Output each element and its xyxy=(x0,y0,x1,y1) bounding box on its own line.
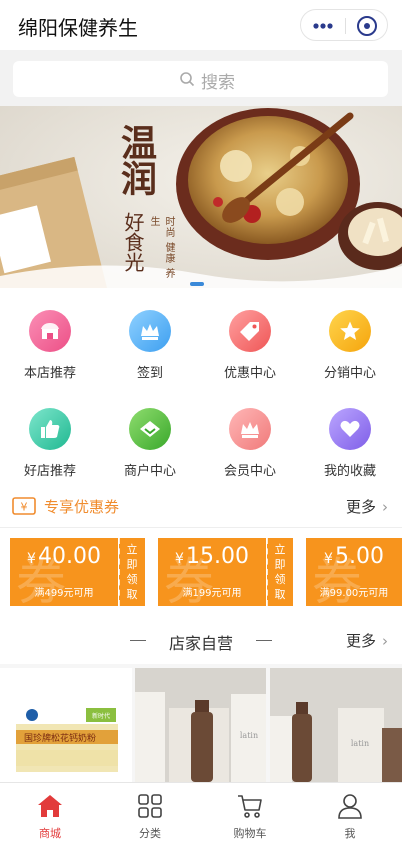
banner-artwork xyxy=(0,106,402,288)
promo-banner[interactable]: 温润 好食光 时尚 健康 养生 xyxy=(0,106,402,288)
banner-title: 温润 xyxy=(115,124,157,196)
svg-text:¥: ¥ xyxy=(21,501,28,514)
coupon-amount: ¥15.00 xyxy=(158,544,266,569)
chevron-right-icon: › xyxy=(382,498,388,516)
amount-value: 5.00 xyxy=(334,544,384,569)
menu-item-merchant-center[interactable]: 商户中心 xyxy=(100,386,200,479)
product-box-text: 国珍牌松花钙奶粉 xyxy=(24,732,96,744)
tab-cart[interactable]: 购物车 xyxy=(200,783,300,848)
store-section-header: 店家自营 更多 › xyxy=(0,620,402,664)
tab-label: 我 xyxy=(344,827,356,840)
bottom-tab-bar: 商城 分类 购物车 我 xyxy=(0,782,402,848)
currency-symbol: ¥ xyxy=(27,551,36,567)
coupon-condition: 满499元可用 xyxy=(34,588,94,599)
page-title: 绵阳保健养生 xyxy=(18,16,138,40)
currency-symbol: ¥ xyxy=(324,551,333,567)
feature-menu: 本店推荐 签到 优惠中心 分销中心 好店推荐 商户中心 会员中心 我的收藏 xyxy=(0,288,402,484)
tab-mall[interactable]: 商城 xyxy=(0,783,100,848)
miniapp-capsule xyxy=(300,9,388,41)
menu-item-label: 本店推荐 xyxy=(23,366,76,381)
more-label: 更多 xyxy=(345,498,376,516)
coupon-condition: 满199元可用 xyxy=(182,588,242,599)
tab-category[interactable]: 分类 xyxy=(100,783,200,848)
menu-item-member-center[interactable]: 会员中心 xyxy=(200,386,300,479)
search-input[interactable]: 搜索 xyxy=(13,61,388,97)
crown-icon xyxy=(229,408,271,450)
coupon-section-header: ¥ 专享优惠券 更多 › xyxy=(0,484,402,528)
menu-item-checkin[interactable]: 签到 xyxy=(100,288,200,381)
search-bar-area: 搜索 xyxy=(0,50,402,106)
more-dots-icon[interactable] xyxy=(312,18,334,34)
product-image: 国珍牌松花钙奶粉 新时代 xyxy=(0,668,132,782)
star-icon xyxy=(329,310,371,352)
coupon-icon: ¥ xyxy=(12,497,36,515)
amount-value: 15.00 xyxy=(185,544,249,569)
coupon-list: 券 ¥40.00 满499元可用 立即领取 券 ¥15.00 满199元可用 立… xyxy=(0,528,402,620)
menu-item-distribution-center[interactable]: 分销中心 xyxy=(300,288,400,381)
menu-item-label: 分销中心 xyxy=(323,366,376,381)
more-label: 更多 xyxy=(345,632,376,650)
product-card[interactable]: latin xyxy=(135,668,266,782)
nav-header: 绵阳保健养生 xyxy=(0,0,402,50)
search-placeholder: 搜索 xyxy=(201,73,235,93)
banner-pagination-dot xyxy=(190,282,204,286)
crown-icon xyxy=(129,310,171,352)
heart-icon xyxy=(329,408,371,450)
product-image: latin xyxy=(135,668,266,782)
menu-item-label: 商户中心 xyxy=(123,464,176,479)
coupon-more-link[interactable]: 更多 › xyxy=(346,496,388,517)
menu-item-good-store[interactable]: 好店推荐 xyxy=(0,386,100,479)
home-icon xyxy=(38,795,62,817)
category-icon xyxy=(138,794,162,818)
menu-item-label: 优惠中心 xyxy=(223,366,276,381)
product-image: latin xyxy=(270,668,402,782)
product-list: 国珍牌松花钙奶粉 新时代 latin latin xyxy=(0,664,402,782)
claim-coupon-button[interactable]: 立即领取 xyxy=(266,538,293,606)
store-more-link[interactable]: 更多 › xyxy=(346,630,388,651)
thumbs-up-icon xyxy=(29,408,71,450)
coupon-card[interactable]: 券 ¥15.00 满199元可用 xyxy=(158,538,266,611)
diamond-icon xyxy=(129,408,171,450)
product-card[interactable]: latin xyxy=(270,668,402,782)
menu-item-my-favorites[interactable]: 我的收藏 xyxy=(300,386,400,479)
tab-label: 分类 xyxy=(139,827,161,840)
coupon-card[interactable]: 券 ¥5.00 满99.00元可用 xyxy=(306,538,402,611)
close-miniapp-icon[interactable] xyxy=(356,15,378,37)
banner-tagline: 时尚 健康 养生 xyxy=(148,216,174,280)
menu-item-discount-center[interactable]: 优惠中心 xyxy=(200,288,300,381)
title-divider xyxy=(256,640,272,641)
product-brand-text: latin xyxy=(240,731,258,740)
claim-coupon-button[interactable]: 立即领取 xyxy=(118,538,145,606)
coupon-card[interactable]: 券 ¥40.00 满499元可用 xyxy=(10,538,118,611)
coupon-section-title: 专享优惠券 xyxy=(44,498,120,516)
product-card[interactable]: 国珍牌松花钙奶粉 新时代 xyxy=(0,668,132,782)
currency-symbol: ¥ xyxy=(175,551,184,567)
menu-item-label: 签到 xyxy=(136,366,163,381)
tab-me[interactable]: 我 xyxy=(300,783,400,848)
coupon-condition: 满99.00元可用 xyxy=(319,588,389,599)
cart-icon xyxy=(238,795,262,818)
product-brand-text: 新时代 xyxy=(92,712,110,720)
tab-label: 购物车 xyxy=(233,827,267,840)
coupon-amount: ¥40.00 xyxy=(10,544,118,569)
user-icon xyxy=(338,794,362,819)
banner-subtitle: 好食光 xyxy=(121,212,145,272)
capsule-divider xyxy=(345,18,346,34)
shop-icon xyxy=(29,310,71,352)
tag-icon xyxy=(229,310,271,352)
menu-item-label: 会员中心 xyxy=(223,464,276,479)
tab-label: 商城 xyxy=(39,827,61,840)
menu-item-label: 好店推荐 xyxy=(23,464,76,479)
product-brand-text: latin xyxy=(351,739,369,748)
store-section-title: 店家自营 xyxy=(168,634,233,653)
coupon-amount: ¥5.00 xyxy=(306,544,402,569)
search-icon xyxy=(180,72,195,87)
chevron-right-icon: › xyxy=(382,632,388,650)
menu-item-store-recommend[interactable]: 本店推荐 xyxy=(0,288,100,381)
amount-value: 40.00 xyxy=(37,544,101,569)
menu-item-label: 我的收藏 xyxy=(323,464,376,479)
